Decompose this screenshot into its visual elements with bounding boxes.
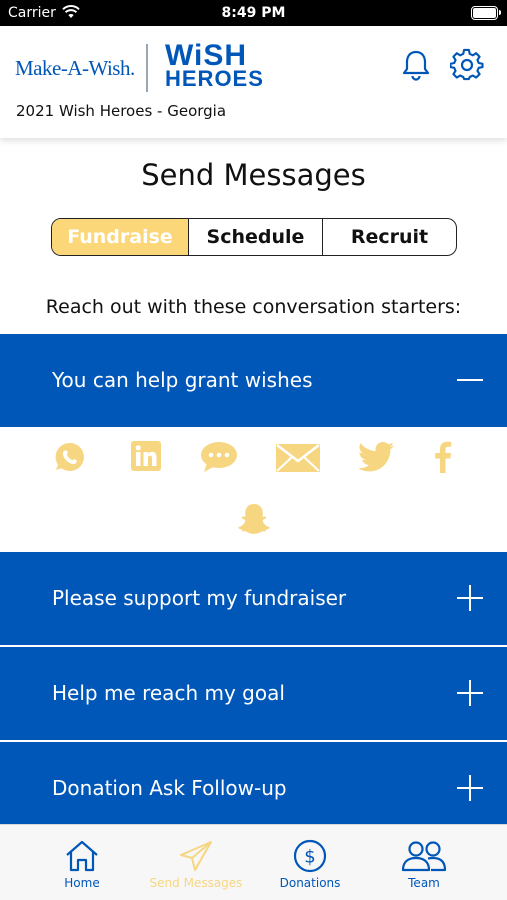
tab-label: Home (64, 876, 100, 890)
segment-recruit[interactable]: Recruit (322, 219, 456, 255)
tab-team[interactable]: Team (361, 825, 487, 900)
share-options (0, 427, 507, 551)
accordion-item-support-fundraiser[interactable]: Please support my fundraiser (0, 552, 507, 645)
snapchat-icon[interactable] (237, 503, 271, 535)
twitter-icon[interactable] (359, 442, 395, 472)
logo-divider (146, 44, 148, 92)
accordion-label: Donation Ask Follow-up (52, 776, 287, 800)
expand-icon[interactable] (457, 775, 483, 801)
wish-heroes-logo: WiSH HEROES (165, 39, 264, 91)
bell-icon[interactable] (400, 48, 432, 82)
accordion-item-reach-goal[interactable]: Help me reach my goal (0, 647, 507, 740)
expand-icon[interactable] (457, 680, 483, 706)
accordion-label: Please support my fundraiser (52, 586, 347, 610)
segment-schedule[interactable]: Schedule (188, 219, 322, 255)
paper-plane-icon (180, 841, 212, 871)
tab-bar: Home Send Messages $ Donations Team (0, 824, 507, 900)
tab-label: Send Messages (149, 876, 243, 890)
segment-fundraise[interactable]: Fundraise (52, 219, 188, 255)
battery-icon (471, 6, 501, 20)
expand-icon[interactable] (457, 585, 483, 611)
segment-control: Fundraise Schedule Recruit (51, 218, 457, 256)
intro-text: Reach out with these conversation starte… (45, 296, 462, 318)
tab-label: Donations (279, 876, 341, 890)
collapse-icon[interactable] (457, 367, 483, 393)
page-title: Send Messages (141, 158, 366, 192)
campaign-title: 2021 Wish Heroes - Georgia (16, 102, 227, 120)
tab-label: Team (408, 876, 440, 890)
clock: 8:49 PM (221, 5, 286, 21)
logo-heroes-text: HEROES (165, 66, 264, 91)
home-icon (66, 840, 98, 872)
team-icon (401, 841, 447, 872)
email-icon[interactable] (276, 444, 320, 472)
sms-icon[interactable] (200, 441, 238, 473)
app-header: Make-A-Wish. WiSH HEROES 2021 Wish Heroe… (0, 26, 507, 138)
accordion-item-donation-follow-up[interactable]: Donation Ask Follow-up (0, 742, 507, 835)
tab-send-messages[interactable]: Send Messages (133, 825, 259, 900)
dollar-circle-icon: $ (293, 839, 327, 873)
gear-icon[interactable] (450, 48, 484, 82)
linkedin-icon[interactable] (131, 441, 161, 471)
accordion-label: You can help grant wishes (52, 368, 313, 392)
svg-text:$: $ (304, 847, 315, 868)
tab-donations[interactable]: $ Donations (247, 825, 373, 900)
logo-wish-text: WiSH (165, 39, 248, 72)
accordion-label: Help me reach my goal (52, 681, 285, 705)
status-bar: Carrier 8:49 PM (0, 0, 507, 26)
tab-home[interactable]: Home (19, 825, 145, 900)
whatsapp-icon[interactable] (54, 441, 86, 473)
facebook-icon[interactable] (434, 441, 452, 473)
make-a-wish-logo: Make-A-Wish. (15, 56, 135, 80)
accordion-item-grant-wishes[interactable]: You can help grant wishes (0, 334, 507, 427)
